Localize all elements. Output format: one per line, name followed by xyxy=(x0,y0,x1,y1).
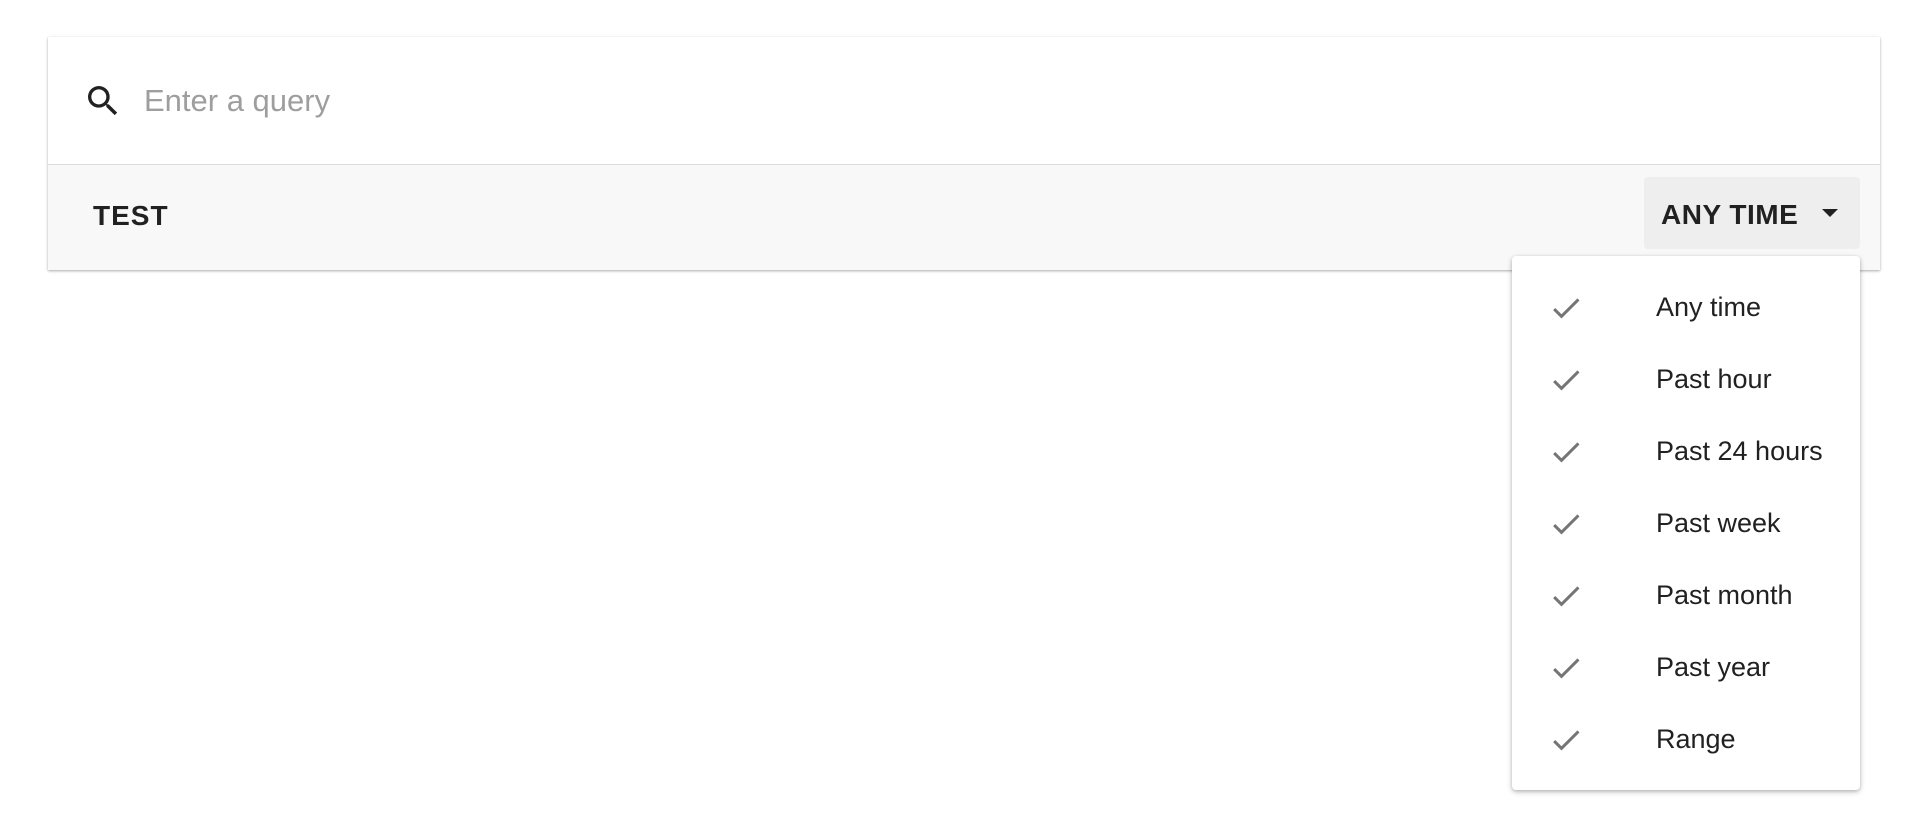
menu-item-past-24-hours[interactable]: Past 24 hours xyxy=(1512,416,1860,488)
menu-item-label: Any time xyxy=(1656,292,1762,322)
menu-item-label: Past week xyxy=(1656,508,1781,538)
menu-item-label: Past 24 hours xyxy=(1656,436,1823,466)
check-icon xyxy=(1553,586,1580,607)
menu-item-any-time[interactable]: Any time xyxy=(1512,272,1860,344)
menu-item-past-year[interactable]: Past year xyxy=(1512,632,1860,704)
filter-test-label[interactable]: TEST xyxy=(93,200,169,232)
page: TEST ANY TIME Any time Past hour Past 24… xyxy=(0,0,1928,816)
menu-item-label: Past hour xyxy=(1656,364,1772,394)
check-icon xyxy=(1553,658,1580,679)
menu-item-past-hour[interactable]: Past hour xyxy=(1512,344,1860,416)
filter-bar: TEST ANY TIME xyxy=(48,165,1880,270)
check-icon xyxy=(1553,298,1580,319)
search-card: TEST ANY TIME xyxy=(48,37,1880,270)
time-filter-dropdown[interactable]: ANY TIME xyxy=(1644,177,1860,249)
menu-item-label: Past year xyxy=(1656,652,1771,682)
check-icon xyxy=(1553,730,1580,751)
time-filter-menu: Any time Past hour Past 24 hours Past we… xyxy=(1512,256,1860,790)
search-icon[interactable] xyxy=(83,81,123,121)
check-icon xyxy=(1553,442,1580,463)
menu-item-label: Past month xyxy=(1656,580,1793,610)
menu-item-past-week[interactable]: Past week xyxy=(1512,488,1860,560)
menu-item-past-month[interactable]: Past month xyxy=(1512,560,1860,632)
menu-item-label: Range xyxy=(1656,724,1736,754)
menu-item-range[interactable]: Range xyxy=(1512,704,1860,776)
check-icon xyxy=(1553,514,1580,535)
time-filter-label: ANY TIME xyxy=(1661,199,1799,230)
caret-down-icon xyxy=(1822,209,1838,217)
check-icon xyxy=(1553,370,1580,391)
search-input[interactable] xyxy=(144,73,1744,129)
search-bar xyxy=(48,37,1880,165)
